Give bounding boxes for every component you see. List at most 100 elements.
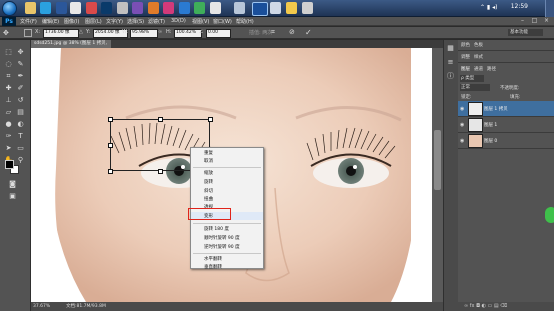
menu-item-cancel[interactable]: 取消 [204, 158, 213, 164]
x-field[interactable]: 1736.00 像 [43, 29, 79, 38]
menu-view[interactable]: 视图(V) [192, 18, 209, 25]
network-icon[interactable] [117, 2, 128, 14]
clone-stamp-icon[interactable]: ⊥ [4, 96, 13, 105]
menu-image[interactable]: 图像(I) [64, 18, 79, 25]
menu-select[interactable]: 选择(S) [127, 18, 144, 25]
app-icon[interactable] [194, 2, 205, 14]
tab-swatches[interactable]: 色板 [474, 42, 483, 48]
qq-icon[interactable] [40, 2, 51, 14]
app-icon[interactable] [210, 2, 221, 14]
lasso-tool-icon[interactable]: ◌ [4, 60, 13, 69]
angle-field[interactable]: 0.00 [206, 29, 231, 38]
app-icon[interactable] [286, 2, 297, 14]
menu-item-skew[interactable]: 斜切 [204, 188, 213, 194]
eye-icon[interactable]: ◉ [460, 138, 466, 144]
tab-styles[interactable]: 样式 [474, 54, 483, 60]
workspace-switcher[interactable]: 基本功能 [508, 29, 543, 36]
tab-paths[interactable]: 路径 [487, 66, 496, 72]
gradient-tool-icon[interactable]: ▤ [16, 108, 25, 117]
transform-handle[interactable] [158, 169, 163, 174]
tab-adjustments[interactable]: 调整 [461, 54, 470, 60]
blend-mode-select[interactable]: 正常 [460, 84, 490, 91]
marquee-tool-icon[interactable]: ⬚ [4, 48, 13, 57]
tab-channels[interactable]: 通道 [474, 66, 483, 72]
menu-item-scale[interactable]: 缩放 [204, 170, 213, 176]
menu-item-rotate-180[interactable]: 旋转 180 度 [204, 226, 229, 232]
quick-select-icon[interactable]: ✎ [16, 60, 25, 69]
commit-transform-icon[interactable]: ✓ [305, 28, 314, 37]
type-tool-icon[interactable]: T [16, 132, 25, 141]
tab-layers[interactable]: 图层 [461, 66, 470, 72]
move-tool-icon[interactable]: ✥ [3, 29, 12, 37]
transform-handle[interactable] [108, 143, 113, 148]
foreground-color-swatch[interactable] [5, 160, 14, 169]
layer-name[interactable]: 图层 1 [484, 122, 497, 128]
link-icon[interactable]: ∞ [158, 29, 164, 36]
menu-item-rotate-cw-90[interactable]: 顺时针旋转 90 度 [204, 235, 240, 241]
shape-tool-icon[interactable]: ▭ [16, 144, 25, 153]
explorer-icon[interactable] [25, 2, 36, 14]
eye-icon[interactable]: ◉ [460, 106, 466, 112]
history-brush-icon[interactable]: ↺ [16, 96, 25, 105]
zoom-level[interactable]: 37.67% [33, 302, 50, 311]
crop-tool-icon[interactable]: ⌗ [4, 72, 13, 81]
menu-item-rotate[interactable]: 旋转 [204, 179, 213, 185]
delta-icon[interactable]: △ [79, 29, 84, 36]
minimize-icon[interactable]: – [518, 17, 527, 25]
menu-file[interactable]: 文件(F) [20, 18, 37, 25]
h-field[interactable]: 100.42% [174, 29, 202, 38]
show-desktop-button[interactable] [545, 0, 554, 17]
blur-tool-icon[interactable]: ● [4, 120, 13, 129]
ps-active-window-icon[interactable] [252, 2, 268, 16]
eye-icon[interactable]: ◉ [460, 122, 466, 128]
menu-3d[interactable]: 3D(D) [171, 18, 186, 24]
restore-icon[interactable]: □ [530, 17, 539, 25]
tray-icons[interactable]: ⌃ ▮ ◂) [480, 4, 510, 13]
menu-layer[interactable]: 图层(L) [85, 18, 102, 25]
app-icon[interactable] [270, 2, 281, 14]
document-tab[interactable]: sdsd251.jpg @ 38% (图层 1 拷贝, RGB/8) * [31, 40, 111, 54]
menu-item-flip-horizontal[interactable]: 水平翻转 [204, 256, 222, 262]
properties-panel-icon[interactable]: ≡ [446, 58, 455, 67]
app-icon[interactable] [179, 2, 190, 14]
close-icon[interactable]: × [542, 17, 551, 25]
menu-item-repeat[interactable]: 重复 [204, 150, 213, 156]
eraser-icon[interactable]: ▱ [4, 108, 13, 117]
pen-tool-icon[interactable]: ✑ [4, 132, 13, 141]
brush-tool-icon[interactable]: ✐ [16, 84, 25, 93]
warp-toggle-icon[interactable]: ⌗ [271, 28, 280, 37]
eyedropper-icon[interactable]: ✒ [16, 72, 25, 81]
app-icon[interactable] [234, 2, 245, 14]
zoom-tool-icon[interactable]: ⚲ [16, 156, 25, 165]
screen-mode-icon[interactable]: ▣ [8, 192, 17, 201]
scrollbar-thumb[interactable] [434, 130, 441, 190]
ps-taskbar-icon[interactable] [101, 2, 112, 14]
tab-color[interactable]: 颜色 [461, 42, 470, 48]
info-panel-icon[interactable]: ⓘ [446, 72, 455, 81]
word-icon[interactable] [56, 2, 67, 14]
transform-handle[interactable] [108, 117, 113, 122]
layer-name[interactable]: 图层 0 [484, 138, 497, 144]
app-icon[interactable] [302, 2, 313, 14]
menu-item-flip-vertical[interactable]: 垂直翻转 [204, 264, 222, 270]
transform-handle[interactable] [108, 169, 113, 174]
quick-mask-icon[interactable]: ◙ [8, 180, 17, 189]
history-panel-icon[interactable]: ▦ [446, 44, 455, 53]
layer-name[interactable]: 图层 1 拷贝 [484, 106, 508, 112]
menu-type[interactable]: 文字(Y) [106, 18, 123, 25]
menu-item-rotate-ccw-90[interactable]: 逆时针旋转 90 度 [204, 244, 240, 250]
menu-window[interactable]: 窗口(W) [213, 18, 232, 25]
menu-help[interactable]: 帮助(H) [236, 18, 254, 25]
layers-footer-icons[interactable]: ∞ fx ◘ ◐ ▭ ▤ ⌫ [458, 302, 554, 311]
menu-edit[interactable]: 编辑(E) [42, 18, 59, 25]
transform-handle[interactable] [208, 117, 213, 122]
app-icon[interactable] [163, 2, 174, 14]
app-icon[interactable] [148, 2, 159, 14]
w-field[interactable]: 95.98% [130, 29, 158, 38]
layer-kind-filter[interactable]: ρ 类型 [460, 75, 484, 82]
menu-filter[interactable]: 滤镜(T) [148, 18, 165, 25]
interpolation-label[interactable]: 插值: 两次 [249, 29, 272, 36]
healing-brush-icon[interactable]: ✚ [4, 84, 13, 93]
chat-icon[interactable] [86, 2, 97, 14]
reference-point-icon[interactable] [24, 29, 32, 37]
